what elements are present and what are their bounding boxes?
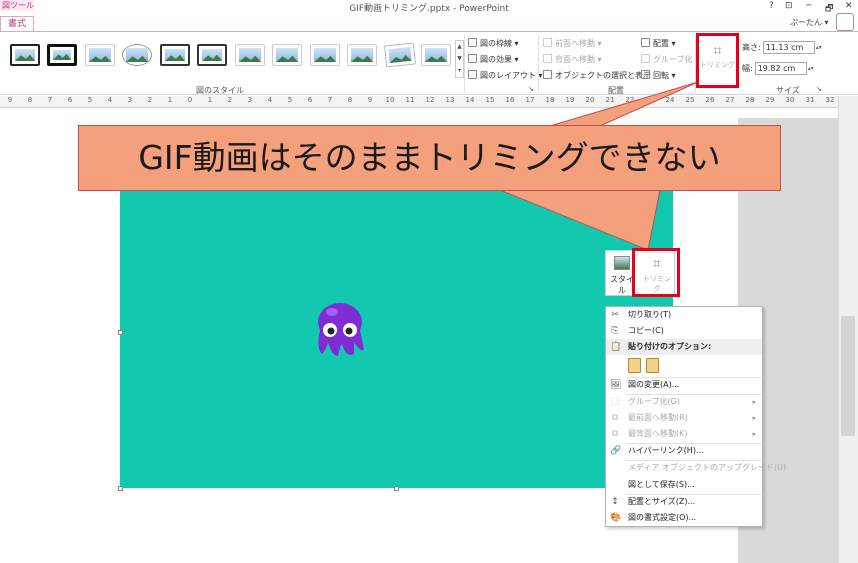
highlight-box-mini-crop	[632, 248, 680, 297]
menu-item-label: 配置とサイズ(Z)...	[628, 497, 696, 506]
style-icon	[614, 256, 630, 270]
paste-as-picture-icon[interactable]	[646, 358, 659, 373]
menu-item-label: グループ化(G)	[628, 397, 680, 406]
copy-icon: ⎘	[611, 326, 619, 336]
menu-item-label: 切り取り(T)	[628, 310, 672, 319]
menu-item-send-to-back[interactable]: ⧉ 最背面へ移動(K) ▸	[606, 426, 762, 442]
mini-style-label: スタイル	[610, 275, 634, 295]
menu-item-label: 図として保存(S)...	[628, 480, 695, 489]
callout-box: GIF動画はそのままトリミングできない	[78, 125, 781, 191]
send-to-back-icon: ⧉	[611, 429, 619, 439]
menu-item-hyperlink[interactable]: 🔗 ハイパーリンク(H)...	[606, 443, 762, 459]
scissors-icon: ✂	[611, 310, 619, 320]
menu-item-label: メディア オブジェクトのアップグレード(U)	[628, 463, 787, 472]
bring-to-front-icon: ⧉	[611, 413, 619, 423]
menu-item-label: コピー(C)	[628, 326, 664, 335]
format-picture-icon: 🎨	[610, 513, 622, 523]
menu-item-copy[interactable]: ⎘ コピー(C)	[606, 323, 762, 339]
menu-item-label: 貼り付けのオプション:	[628, 342, 712, 351]
change-picture-icon: 🖼	[610, 380, 622, 390]
menu-item-change-picture[interactable]: 🖼 図の変更(A)...	[606, 377, 762, 393]
menu-item-label: ハイパーリンク(H)...	[628, 446, 704, 455]
menu-item-bring-to-front[interactable]: ⧉ 最前面へ移動(R) ▸	[606, 410, 762, 426]
menu-item-cut[interactable]: ✂ 切り取り(T)	[606, 307, 762, 323]
menu-item-label: 図の変更(A)...	[628, 380, 680, 389]
submenu-arrow-icon: ▸	[752, 398, 756, 406]
menu-item-format-picture[interactable]: 🎨 図の書式設定(O)...	[606, 510, 762, 526]
highlight-box-ribbon-crop	[696, 33, 739, 88]
menu-item-size-position[interactable]: ↕ 配置とサイズ(Z)...	[606, 494, 762, 510]
submenu-arrow-icon: ▸	[752, 414, 756, 422]
menu-item-label: 最背面へ移動(K)	[628, 429, 688, 438]
menu-item-upgrade-media[interactable]: メディア オブジェクトのアップグレード(U)	[606, 460, 786, 476]
menu-item-label: 最前面へ移動(R)	[628, 413, 688, 422]
menu-item-save-as-picture[interactable]: 図として保存(S)...	[606, 477, 762, 493]
hyperlink-icon: 🔗	[610, 446, 622, 456]
paste-keep-source-icon[interactable]	[628, 358, 641, 373]
paste-icon: 📋	[610, 342, 622, 352]
group-icon: ⬚	[610, 397, 620, 407]
context-menu: ✂ 切り取り(T) ⎘ コピー(C) 📋 貼り付けのオプション: 🖼 図の変更(A)..…	[605, 306, 786, 527]
submenu-arrow-icon: ▸	[752, 430, 756, 438]
menu-item-group[interactable]: ⬚ グループ化(G) ▸	[606, 394, 762, 410]
menu-header-paste-options: 📋 貼り付けのオプション:	[606, 339, 762, 355]
menu-item-label: 図の書式設定(O)...	[628, 513, 697, 522]
size-position-icon: ↕	[611, 497, 619, 507]
